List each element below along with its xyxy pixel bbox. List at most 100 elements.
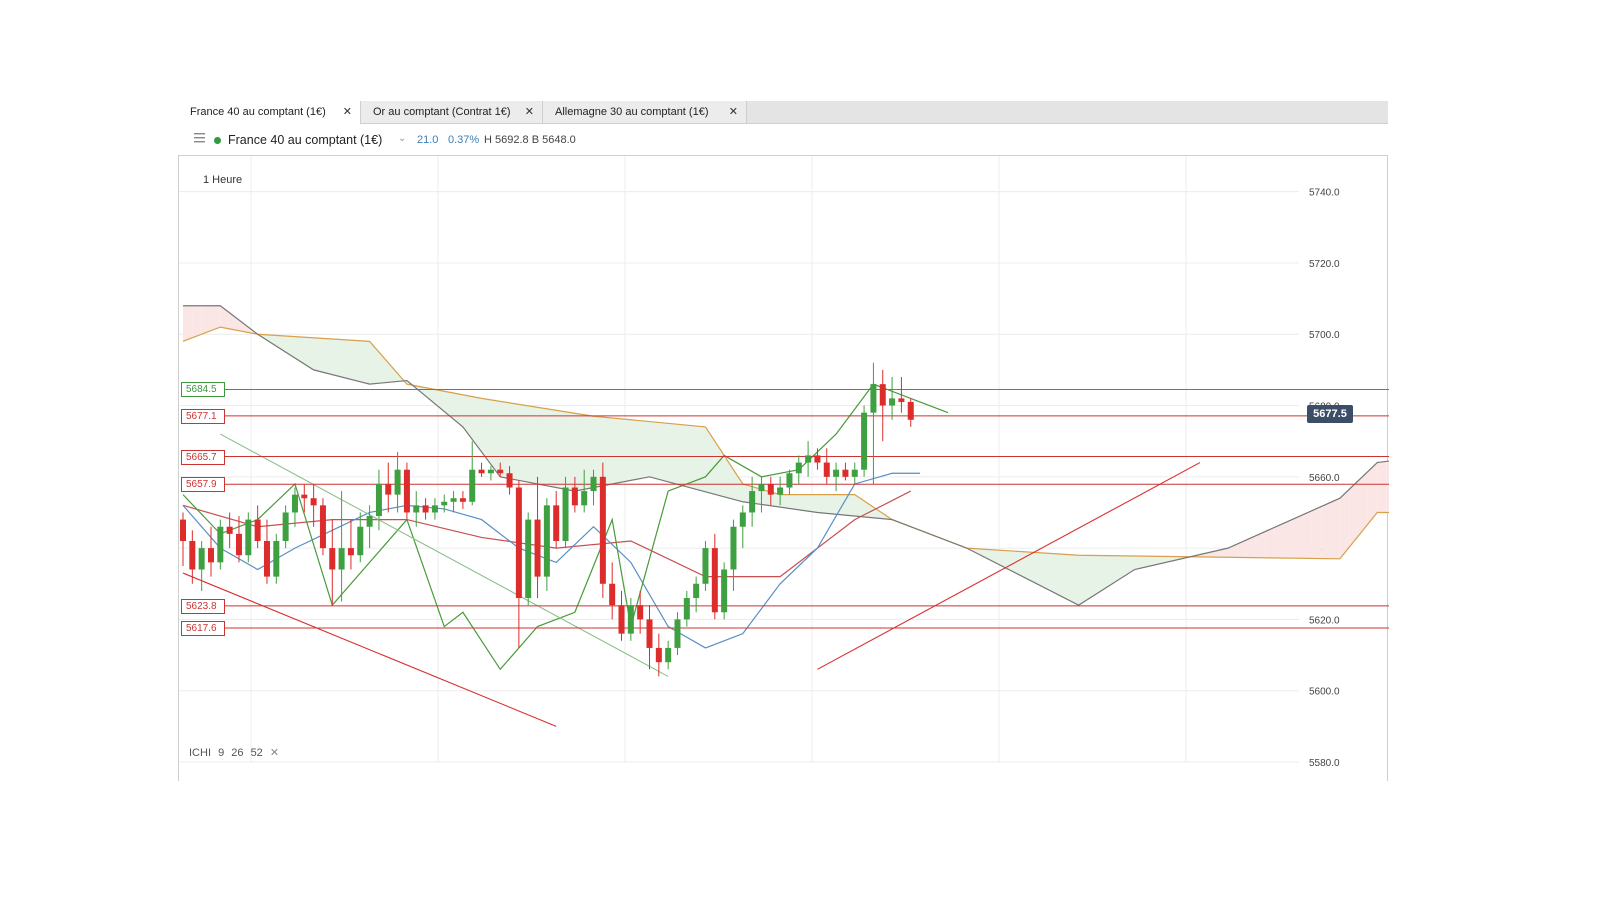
candle-body [730,526,737,570]
instrument-name[interactable]: France 40 au comptant (1€) [228,133,382,147]
candle-body [571,487,578,506]
close-icon[interactable]: ✕ [729,101,738,123]
cloud-segment [528,405,538,484]
candle-body [599,476,606,584]
indicator-legend[interactable]: ICHI 9 26 52 ✕ [189,746,283,759]
cloud-segment [696,426,706,492]
candle-body [347,548,354,556]
candle-body [385,483,392,495]
candle-body [655,647,662,663]
chevron-down-icon[interactable]: ⌄ [398,133,406,144]
interval-label[interactable]: 1 Heure [203,174,242,186]
cloud-segment [1293,514,1303,559]
cloud-segment [630,419,641,481]
candle-body [851,469,858,477]
y-tick-label: 5580.0 [1309,758,1340,769]
cloud-segment [1321,502,1331,559]
y-tick-label: 5600.0 [1309,687,1340,698]
candle-body [870,384,877,413]
candle-body [749,491,756,513]
candle-body [693,583,700,599]
tab-or[interactable]: Or au comptant (Contrat 1€) ✕ [361,101,543,123]
cloud-segment [453,393,463,427]
candle-body [562,487,569,541]
cloud-segment [229,312,239,331]
candle-body [702,548,709,584]
cloud-segment [1265,527,1275,558]
candle-body [506,473,513,488]
tab-label: France 40 au comptant (1€) [190,106,326,118]
cloud-segment [425,387,435,404]
candle-body [581,491,588,506]
cloud-segment [808,494,818,513]
candle-body [301,494,308,499]
cloud-segment [1050,553,1061,596]
candle-body [739,512,746,527]
candle-body [637,605,644,620]
candle-body [627,605,634,634]
y-tick-label: 5720.0 [1309,259,1340,270]
candle-body [889,398,896,406]
candle-body [525,519,532,599]
candle-body [282,512,289,541]
price-level-tag[interactable]: 5665.7 [181,449,225,465]
cloud-segment [1088,555,1098,600]
high-low-values: H 5692.8 B 5648.0 [484,134,576,146]
candle-body [665,647,672,663]
candle-body [515,487,522,599]
candle-body [879,384,886,406]
chart-canvas[interactable]: 5740.05720.05700.05680.05660.05640.05620… [179,156,1389,781]
cloud-segment [313,337,323,373]
cloud-segment [798,494,809,512]
candle-body [786,473,793,488]
candle-body [469,469,476,502]
candle-body [366,516,373,527]
cloud-segment [1069,554,1079,606]
cloud-segment [612,418,622,484]
cloud-segment [1377,461,1387,513]
cloud-segment [201,305,211,335]
cloud-segment [621,418,631,483]
candle-body [646,619,653,648]
indicator-param: 52 [250,747,263,759]
candle-body [291,494,298,513]
candle-body [207,548,214,563]
candle-body [721,569,728,613]
price-change-percent: 0.37% [448,134,480,146]
price-level-tag[interactable]: 5684.5 [181,382,225,398]
cloud-segment [817,494,827,514]
tab-allemagne-30[interactable]: Allemagne 30 au comptant (1€) ✕ [543,101,747,123]
candle-body [478,469,485,474]
cloud-segment [668,423,678,485]
market-status-dot [214,137,221,144]
close-icon[interactable]: ✕ [270,747,279,759]
candle-body [674,619,681,648]
y-tick-label: 5620.0 [1309,615,1340,626]
cloud-segment [1302,510,1312,559]
cloud-segment [332,338,342,378]
cloud-segment [649,421,659,480]
instrument-info-bar: France 40 au comptant (1€) ⌄ 21.0 0.37% … [178,124,1388,156]
candle-body [833,469,840,477]
y-tick-label: 5660.0 [1309,473,1340,484]
tab-france-40[interactable]: France 40 au comptant (1€) ✕ [178,101,361,124]
price-level-tag[interactable]: 5623.8 [181,598,225,614]
cloud-segment [1274,523,1284,559]
cloud-segment [836,494,846,516]
close-icon[interactable]: ✕ [343,101,352,123]
cloud-segment [574,413,585,492]
price-level-tag[interactable]: 5617.6 [181,620,225,636]
cloud-segment [210,305,221,331]
candle-body [450,498,457,502]
price-level-tag[interactable]: 5657.9 [181,477,225,493]
hamburger-icon[interactable] [194,132,205,143]
cloud-segment [1041,552,1051,591]
candle-body [814,455,821,463]
close-icon[interactable]: ✕ [525,101,534,123]
candle-body [907,401,914,420]
price-chart[interactable]: 5740.05720.05700.05680.05660.05640.05620… [178,156,1389,781]
cloud-segment [780,494,790,509]
price-level-tag[interactable]: 5677.1 [181,408,225,424]
candle-body [422,505,429,513]
candle-body [394,469,401,495]
